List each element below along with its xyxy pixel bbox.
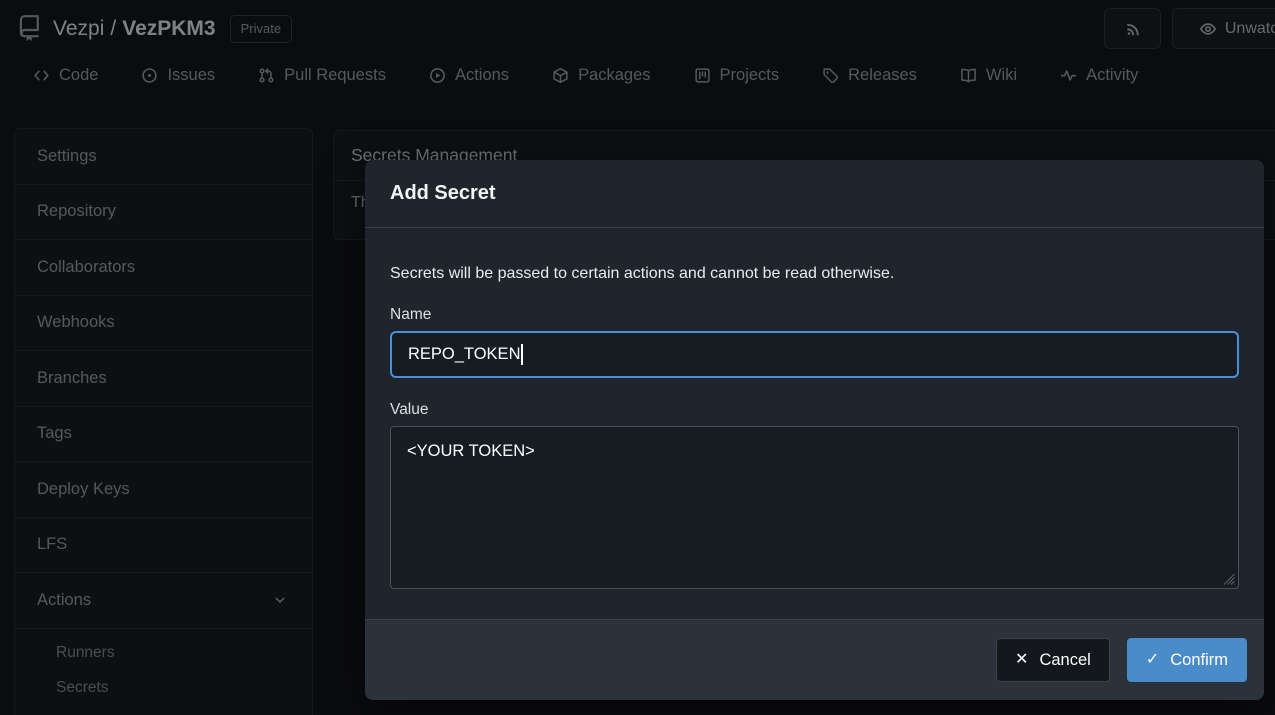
check-icon: ✓ xyxy=(1146,652,1159,668)
app-window: Vezpi / VezPKM3 Private Unwatch xyxy=(0,0,1275,715)
confirm-button-label: Confirm xyxy=(1170,651,1228,670)
modal-title: Add Secret xyxy=(365,160,1264,228)
resize-handle-icon[interactable] xyxy=(1222,572,1236,586)
text-cursor xyxy=(521,344,523,365)
modal-description: Secrets will be passed to certain action… xyxy=(390,265,1239,283)
cancel-button[interactable]: ✕ Cancel xyxy=(996,638,1110,682)
value-field-label: Value xyxy=(390,401,1239,419)
modal-body: Secrets will be passed to certain action… xyxy=(365,228,1264,589)
cancel-button-label: Cancel xyxy=(1039,651,1090,670)
confirm-button[interactable]: ✓ Confirm xyxy=(1127,638,1247,682)
modal-footer: ✕ Cancel ✓ Confirm xyxy=(365,619,1264,700)
close-icon: ✕ xyxy=(1015,652,1028,668)
name-field-label: Name xyxy=(390,306,1239,324)
secret-value-textarea[interactable]: <YOUR TOKEN> xyxy=(390,426,1239,589)
secret-value-text: <YOUR TOKEN> xyxy=(407,442,535,460)
secret-name-value: REPO_TOKEN xyxy=(408,345,520,364)
secret-name-input[interactable]: REPO_TOKEN xyxy=(390,331,1239,378)
add-secret-modal: Add Secret Secrets will be passed to cer… xyxy=(365,160,1264,700)
